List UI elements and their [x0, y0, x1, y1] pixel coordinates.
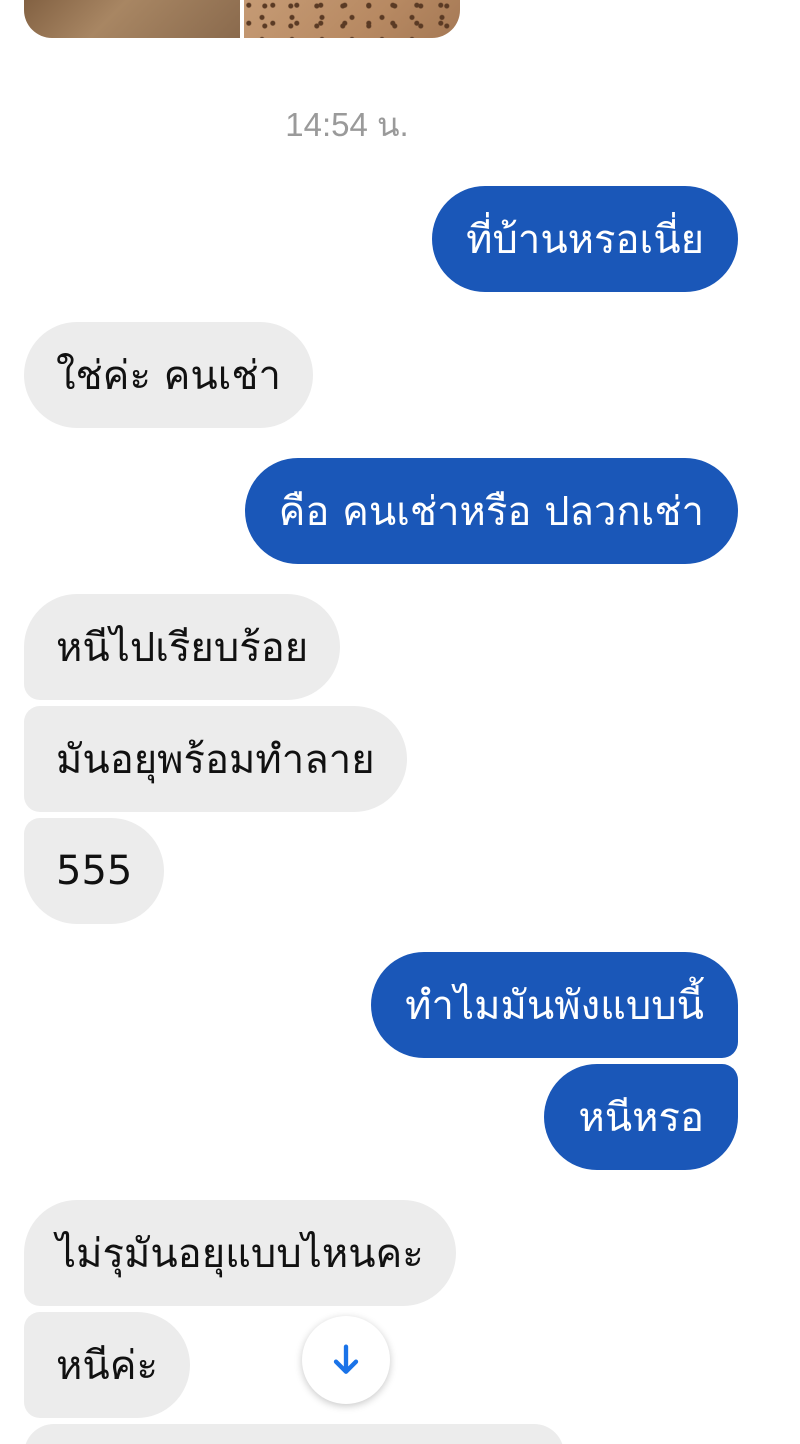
- scroll-to-bottom-button[interactable]: [302, 1316, 390, 1404]
- incoming-message-partial[interactable]: [24, 1424, 564, 1444]
- outgoing-message[interactable]: หนีหรอ: [544, 1064, 738, 1170]
- incoming-message[interactable]: ไม่รุมันอยุแบบไหนคะ: [24, 1200, 456, 1306]
- incoming-message[interactable]: ใช่ค่ะ คนเช่า: [24, 322, 314, 428]
- incoming-message[interactable]: หนีค่ะ: [24, 1312, 190, 1418]
- incoming-message[interactable]: 555: [24, 818, 165, 924]
- outgoing-message[interactable]: คือ คนเช่าหรือ ปลวกเช่า: [244, 458, 738, 564]
- outgoing-message[interactable]: ทำไมมันพังแบบนี้: [371, 952, 738, 1058]
- chat-screen: 14:54 น. ที่บ้านหรอเนี่ย ใช่ค่ะ คนเช่า ค…: [0, 0, 800, 1444]
- shared-photo[interactable]: [24, 0, 240, 38]
- message-timestamp: 14:54 น.: [285, 106, 409, 143]
- shared-photos[interactable]: [24, 0, 460, 38]
- arrow-down-icon: [333, 1344, 359, 1374]
- outgoing-message[interactable]: ที่บ้านหรอเนี่ย: [432, 186, 738, 292]
- incoming-message[interactable]: มันอยุพร้อมทำลาย: [24, 706, 407, 812]
- incoming-message[interactable]: หนีไปเรียบร้อย: [24, 594, 341, 700]
- shared-photo[interactable]: [244, 0, 460, 38]
